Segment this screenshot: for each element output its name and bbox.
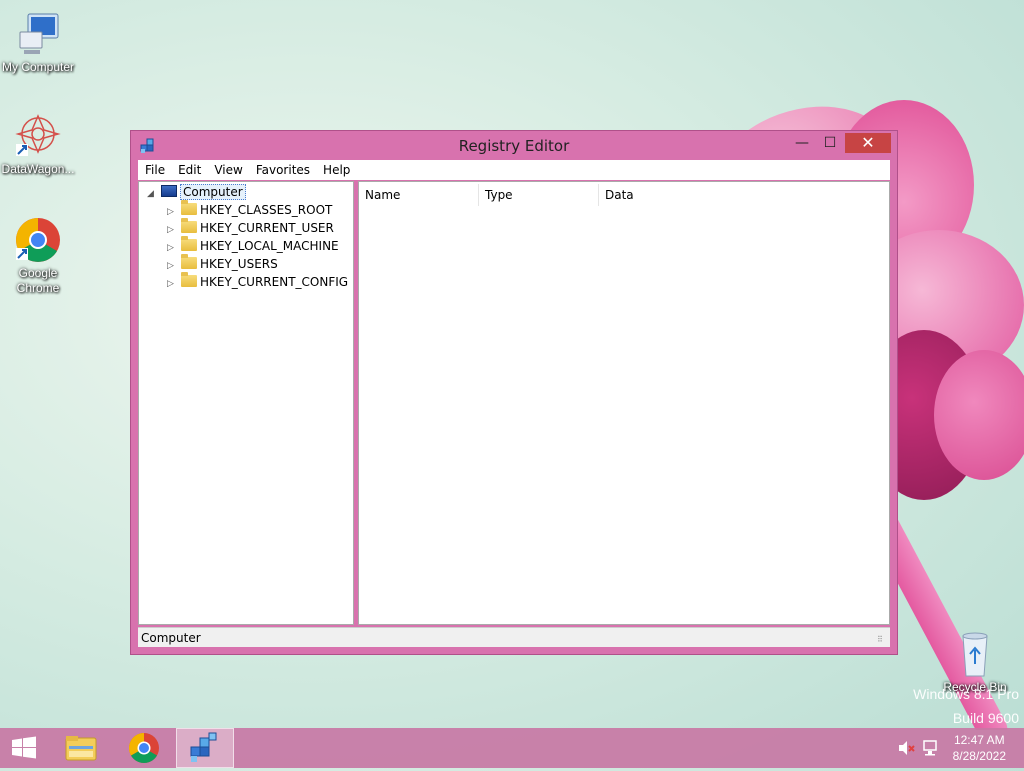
status-bar: Computer ⠿ (138, 627, 890, 647)
tree-node-computer[interactable]: ◢ Computer (147, 183, 246, 201)
collapse-arrow-icon[interactable]: ◢ (147, 185, 157, 203)
datawagon-icon (14, 112, 62, 160)
taskbar: 12:47 AM 8/28/2022 (0, 728, 1024, 768)
recycle-bin-icon (951, 630, 999, 678)
values-list-pane[interactable]: Name Type Data (358, 181, 890, 625)
tree-node-hkey-current-user[interactable]: ▷ HKEY_CURRENT_USER (167, 218, 334, 237)
registry-editor-icon (190, 732, 217, 762)
os-watermark-edition: Windows 8.1 Pro (913, 686, 1019, 702)
folder-icon (181, 236, 197, 251)
desktop-icon-datawagon[interactable]: DataWagon... (0, 112, 76, 177)
column-header-data[interactable]: Data (599, 184, 889, 206)
start-button[interactable] (0, 728, 48, 768)
tree-node-hkey-local-machine[interactable]: ▷ HKEY_LOCAL_MACHINE (167, 236, 339, 255)
tree-node-label: HKEY_CURRENT_USER (200, 221, 334, 235)
expand-arrow-icon[interactable]: ▷ (167, 275, 177, 293)
desktop-icon-label: Google Chrome (16, 266, 60, 295)
key-tree-pane[interactable]: ◢ Computer ▷ HKEY_CLASSES_ROOT ▷ HKEY_CURRE… (138, 181, 354, 625)
desktop-icon-my-computer[interactable]: My Computer (0, 10, 76, 75)
taskbar-file-explorer[interactable] (54, 728, 110, 768)
tree-node-label: HKEY_LOCAL_MACHINE (200, 239, 339, 253)
tree-node-hkey-users[interactable]: ▷ HKEY_USERS (167, 254, 278, 273)
column-header-name[interactable]: Name (359, 184, 479, 206)
registry-editor-window: Registry Editor — ☐ ✕ File Edit View Favori… (130, 130, 898, 655)
menu-edit[interactable]: Edit (171, 160, 207, 180)
menu-file[interactable]: File (138, 160, 171, 180)
tree-node-label: Computer (180, 184, 246, 200)
os-watermark-build: Build 9600 (952, 710, 1019, 726)
folder-icon (181, 254, 197, 269)
desktop-icon-chrome[interactable]: Google Chrome (0, 216, 76, 296)
menu-favorites[interactable]: Favorites (249, 160, 316, 180)
clock-date: 8/28/2022 (952, 749, 1006, 763)
maximize-button[interactable]: ☐ (817, 133, 843, 153)
column-header-type[interactable]: Type (479, 184, 599, 206)
desktop-icon-label: DataWagon... (1, 162, 75, 176)
system-clock[interactable]: 12:47 AM 8/28/2022 (953, 732, 1006, 764)
title-bar[interactable]: Registry Editor — ☐ ✕ (131, 131, 897, 160)
computer-icon (161, 185, 177, 197)
desktop-icon-label: My Computer (1, 60, 75, 74)
folder-icon (181, 272, 197, 287)
file-explorer-icon (65, 736, 97, 761)
taskbar-chrome[interactable] (116, 728, 172, 768)
status-text: Computer (141, 631, 201, 645)
menu-bar: File Edit View Favorites Help (138, 160, 890, 180)
taskbar-registry-editor[interactable] (176, 728, 234, 768)
tree-node-label: HKEY_CLASSES_ROOT (200, 203, 333, 217)
tree-node-label: HKEY_USERS (200, 257, 278, 271)
tree-node-hkey-current-config[interactable]: ▷ HKEY_CURRENT_CONFIG (167, 272, 349, 293)
tree-node-hkey-classes-root[interactable]: ▷ HKEY_CLASSES_ROOT (167, 200, 333, 219)
close-button[interactable]: ✕ (845, 133, 891, 153)
clock-time: 12:47 AM (953, 733, 1005, 747)
windows-logo-icon (12, 736, 36, 759)
chrome-icon (128, 733, 159, 764)
computer-icon (14, 10, 62, 58)
chrome-icon (14, 216, 62, 264)
window-title: Registry Editor (458, 137, 570, 155)
menu-view[interactable]: View (207, 160, 248, 180)
network-icon[interactable] (922, 740, 940, 756)
folder-icon (181, 200, 197, 215)
minimize-button[interactable]: — (789, 133, 815, 153)
menu-help[interactable]: Help (316, 160, 356, 180)
resize-grip-icon[interactable]: ⠿ (877, 635, 887, 645)
folder-icon (181, 218, 197, 233)
volume-muted-icon[interactable] (898, 740, 916, 756)
tree-node-label: HKEY_CURRENT_CONFIG (200, 275, 349, 289)
